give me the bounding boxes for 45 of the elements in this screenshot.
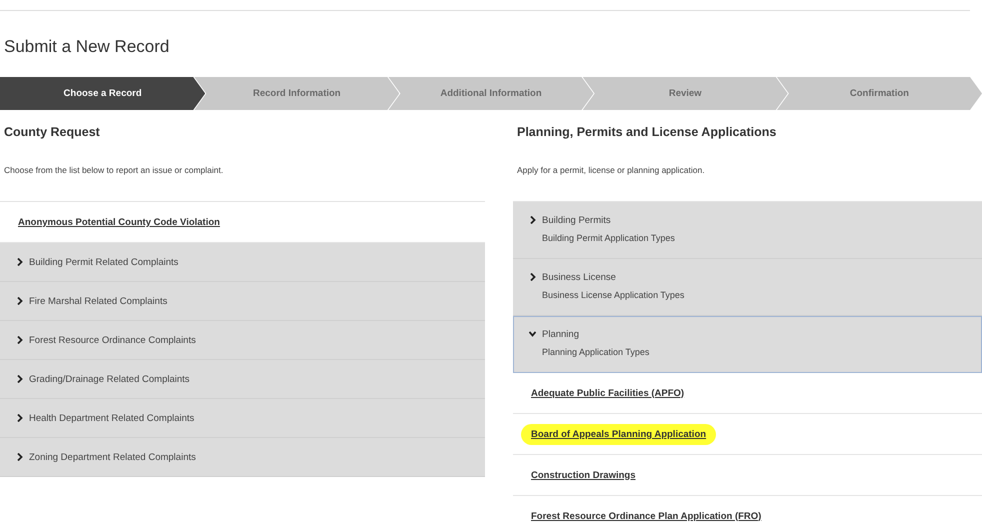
chevron-right-icon <box>16 336 23 344</box>
chevron-right-icon <box>16 414 23 422</box>
progress-step: Choose a Record <box>0 77 206 110</box>
accordion-label: Business License <box>542 272 617 283</box>
accordion-sublabel: Planning Application Types <box>542 347 650 357</box>
accordion-item[interactable]: Grading/Drainage Related Complaints <box>0 360 485 399</box>
record-link[interactable]: Board of Appeals Planning Application <box>521 424 716 444</box>
record-link[interactable]: Forest Resource Ordinance Plan Application (FRO) <box>531 510 762 522</box>
record-link[interactable]: Anonymous Potential County Code Violation <box>18 216 220 228</box>
chevron-right-icon <box>529 216 536 224</box>
progress-step: Record Information <box>194 77 400 110</box>
record-link[interactable]: Adequate Public Facilities (APFO) <box>531 388 684 398</box>
chevron-right-icon <box>16 375 23 383</box>
section-heading: Planning, Permits and License Applications <box>517 125 778 139</box>
accordion-item[interactable]: Health Department Related Complaints <box>0 399 485 438</box>
section-heading: County Request <box>4 125 101 139</box>
progress-step: Review <box>582 77 788 110</box>
accordion-label: Health Department Related Complaints <box>29 413 194 424</box>
section-description: Apply for a permit, license or planning application. <box>517 165 706 175</box>
accordion-label: Zoning Department Related Complaints <box>29 452 196 463</box>
accordion-item[interactable]: Business License Business License Application Types <box>513 259 982 316</box>
chevron-right-icon <box>16 258 23 266</box>
chevron-right-icon <box>16 297 23 305</box>
accordion-item[interactable]: Building Permits Building Permit Application Types <box>513 202 982 259</box>
record-link[interactable]: Construction Drawings <box>531 470 636 480</box>
accordion-label: Forest Resource Ordinance Complaints <box>29 335 196 346</box>
accordion-item[interactable]: Planning Planning Application Types <box>513 316 982 373</box>
chevron-down-icon <box>529 330 536 338</box>
accordion-item[interactable]: Zoning Department Related Complaints <box>0 438 485 477</box>
chevron-right-icon <box>16 453 23 461</box>
section-description: Choose from the list below to report an issue or complaint. <box>4 165 224 175</box>
progress-step: Additional Information <box>388 77 594 110</box>
accordion-sublabel: Business License Application Types <box>542 290 684 300</box>
accordion-item[interactable]: Forest Resource Ordinance Complaints <box>0 321 485 360</box>
chevron-right-icon <box>529 273 536 281</box>
accordion-item[interactable]: Building Permit Related Complaints <box>0 243 485 282</box>
accordion-label: Fire Marshal Related Complaints <box>29 296 168 307</box>
accordion-label: Building Permit Related Complaints <box>29 257 178 268</box>
accordion-label: Building Permits <box>542 215 612 226</box>
accordion-item[interactable]: Fire Marshal Related Complaints <box>0 282 485 321</box>
accordion-label: Planning <box>542 329 580 340</box>
accordion-sublabel: Building Permit Application Types <box>542 233 675 243</box>
page-title: Submit a New Record <box>4 37 170 57</box>
progress-step: Confirmation <box>776 77 982 110</box>
accordion-label: Grading/Drainage Related Complaints <box>29 374 190 385</box>
